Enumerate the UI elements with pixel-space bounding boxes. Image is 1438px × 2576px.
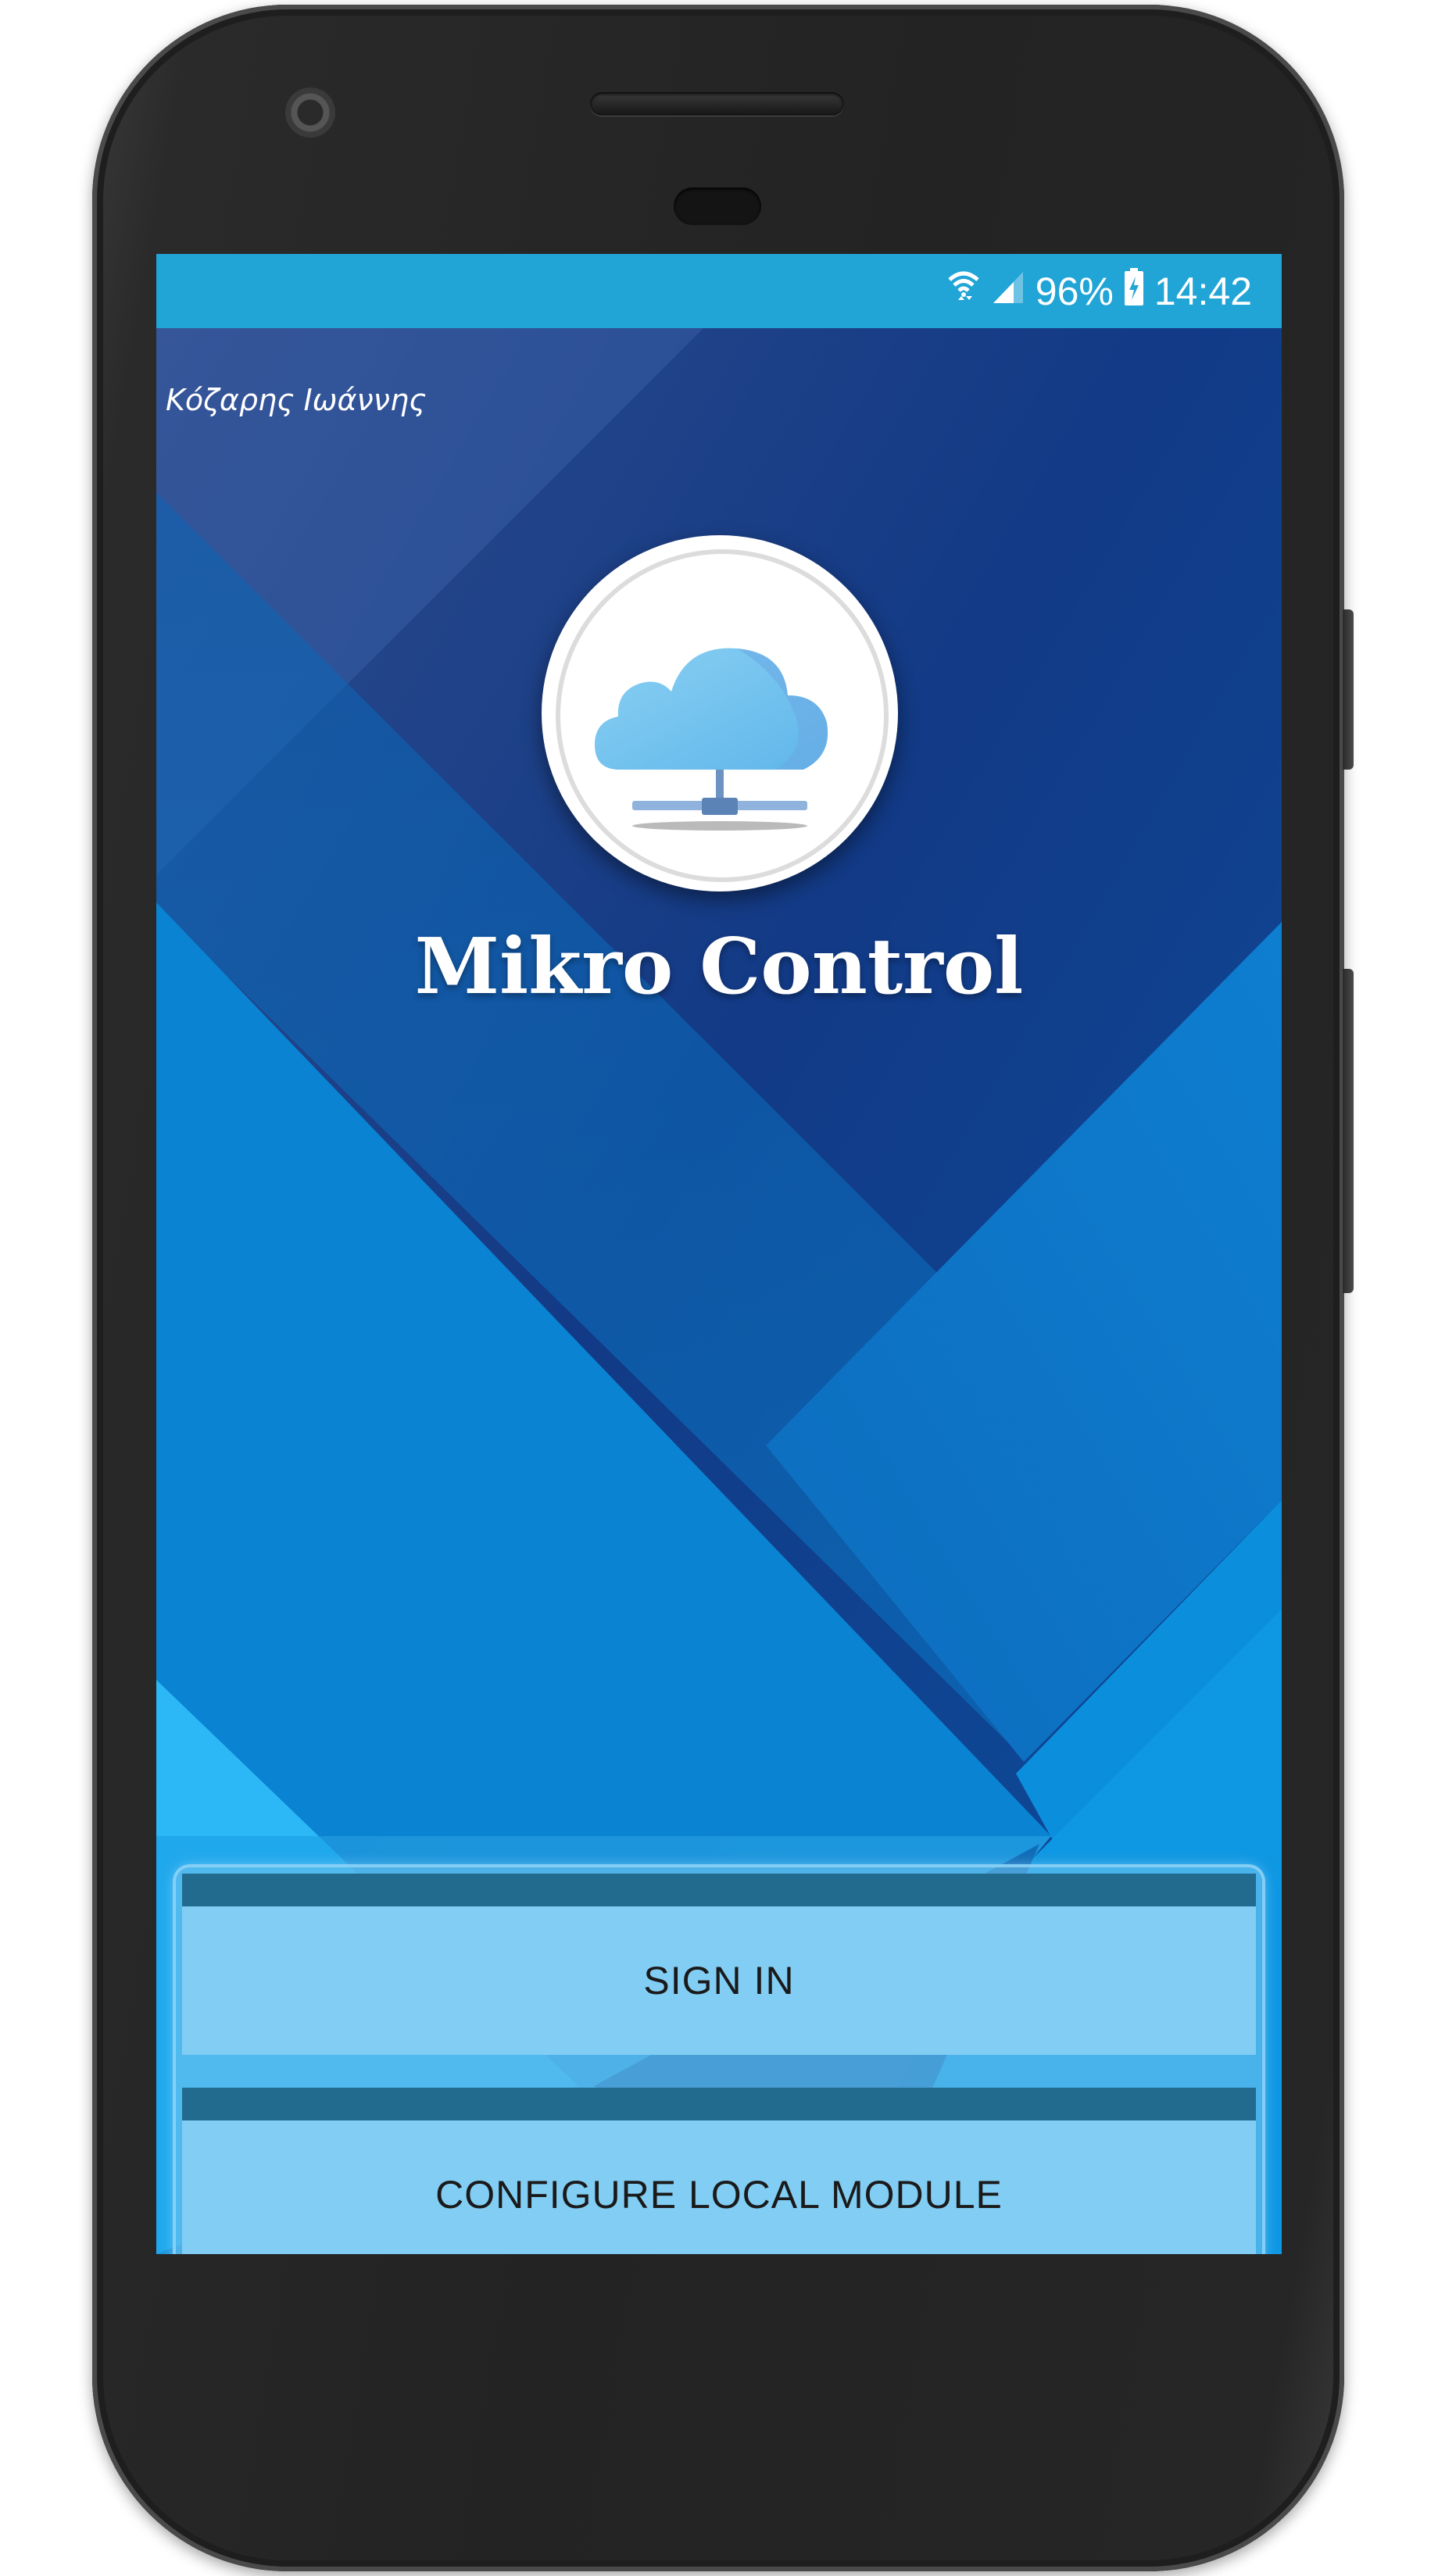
sign-in-button[interactable]: SIGN IN — [182, 1906, 1256, 2055]
divider — [182, 2088, 1256, 2120]
configure-label: CONFIGURE LOCAL MODULE — [435, 2173, 1003, 2217]
battery-charging-icon — [1123, 267, 1145, 316]
cloud-network-icon — [595, 648, 828, 831]
divider — [182, 1874, 1256, 1906]
front-camera — [285, 88, 335, 138]
app-title: Mikro Control — [414, 922, 1024, 1012]
status-bar: 96% 14:42 — [156, 254, 1282, 328]
status-time: 14:42 — [1154, 269, 1252, 313]
power-button — [1343, 609, 1354, 770]
configure-local-module-button[interactable]: CONFIGURE LOCAL MODULE — [182, 2120, 1256, 2254]
cell-signal-icon — [990, 269, 1026, 314]
app-logo — [542, 535, 898, 891]
battery-percent: 96% — [1035, 269, 1114, 313]
action-panel: SIGN IN CONFIGURE LOCAL MODULE — [176, 1867, 1262, 2254]
sign-in-label: SIGN IN — [643, 1959, 795, 2003]
wifi-data-icon — [946, 267, 981, 316]
author-name: Κόζαρης Ιωάννης — [166, 383, 427, 417]
volume-button — [1343, 969, 1354, 1293]
app-screen: 96% 14:42 Κόζαρης Ιωάννης Mikro Control … — [156, 254, 1282, 2254]
earpiece-speaker — [590, 92, 844, 116]
proximity-sensor — [674, 188, 761, 225]
